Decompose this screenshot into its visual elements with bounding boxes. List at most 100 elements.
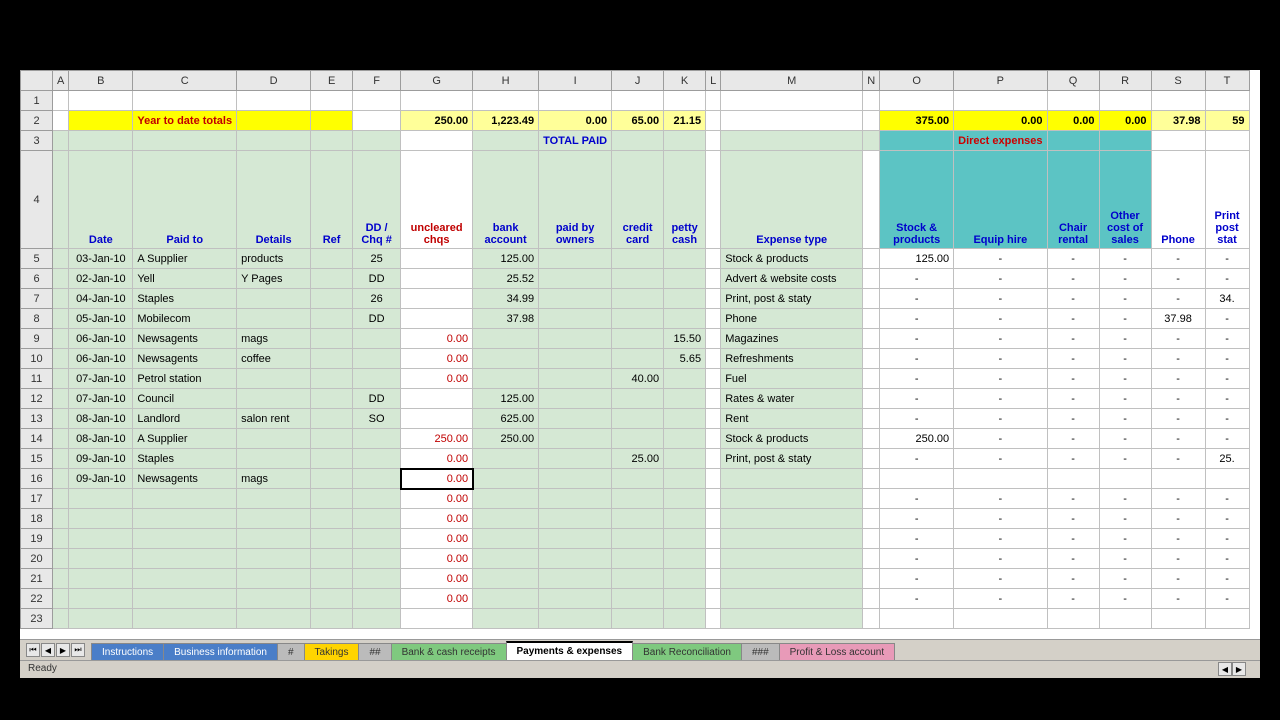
cell[interactable] (311, 369, 353, 389)
cell[interactable]: 0.00 (401, 449, 473, 469)
cell[interactable] (237, 589, 311, 609)
cell[interactable] (311, 529, 353, 549)
cell[interactable] (237, 429, 311, 449)
sheet-tab[interactable]: Profit & Loss account (779, 643, 896, 660)
cell[interactable] (311, 111, 353, 131)
column-header[interactable]: C (133, 71, 237, 91)
cell[interactable]: - (1099, 529, 1151, 549)
column-header[interactable]: F (353, 71, 401, 91)
cell[interactable] (53, 569, 69, 589)
cell[interactable]: DD / Chq # (353, 151, 401, 249)
row-header[interactable]: 6 (21, 269, 53, 289)
cell[interactable]: Direct expenses (954, 131, 1047, 151)
cell[interactable]: mags (237, 329, 311, 349)
cell[interactable]: - (954, 309, 1047, 329)
cell[interactable] (69, 131, 133, 151)
cell[interactable]: - (1047, 489, 1099, 509)
cell[interactable] (1047, 469, 1099, 489)
cell[interactable] (1099, 609, 1151, 629)
cell[interactable]: - (1205, 249, 1249, 269)
cell[interactable]: - (1151, 329, 1205, 349)
cell[interactable] (539, 329, 612, 349)
cell[interactable]: Stock & products (721, 249, 863, 269)
cell[interactable]: - (1099, 369, 1151, 389)
column-header[interactable]: H (473, 71, 539, 91)
cell[interactable]: - (1047, 269, 1099, 289)
cell[interactable]: - (1047, 589, 1099, 609)
cell[interactable]: - (1099, 549, 1151, 569)
cell[interactable] (539, 469, 612, 489)
cell[interactable] (311, 589, 353, 609)
cell[interactable]: 125.00 (473, 249, 539, 269)
cell[interactable]: Details (237, 151, 311, 249)
column-header[interactable]: P (954, 71, 1047, 91)
cell[interactable]: Mobilecom (133, 309, 237, 329)
cell[interactable] (863, 389, 880, 409)
row-header[interactable]: 21 (21, 569, 53, 589)
cell[interactable]: - (880, 289, 954, 309)
row-header[interactable]: 9 (21, 329, 53, 349)
cell[interactable]: 03-Jan-10 (69, 249, 133, 269)
cell[interactable]: Year to date totals (133, 111, 237, 131)
cell[interactable] (954, 469, 1047, 489)
column-header[interactable]: O (880, 71, 954, 91)
cell[interactable]: - (880, 509, 954, 529)
row-header[interactable]: 18 (21, 509, 53, 529)
cell[interactable] (237, 549, 311, 569)
cell[interactable] (401, 249, 473, 269)
cell[interactable]: Date (69, 151, 133, 249)
cell[interactable] (721, 589, 863, 609)
cell[interactable] (1099, 469, 1151, 489)
cell[interactable]: - (880, 369, 954, 389)
cell[interactable] (539, 249, 612, 269)
cell[interactable]: - (1099, 309, 1151, 329)
cell[interactable] (53, 609, 69, 629)
cell[interactable] (664, 529, 706, 549)
column-header[interactable]: G (401, 71, 473, 91)
cell[interactable] (539, 349, 612, 369)
cell[interactable] (311, 609, 353, 629)
cell[interactable] (133, 509, 237, 529)
cell[interactable]: 05-Jan-10 (69, 309, 133, 329)
cell[interactable]: SO (353, 409, 401, 429)
column-header[interactable]: K (664, 71, 706, 91)
cell[interactable]: 37.98 (1151, 111, 1205, 131)
cell[interactable]: 0.00 (539, 111, 612, 131)
cell[interactable] (133, 549, 237, 569)
cell[interactable] (401, 131, 473, 151)
cell[interactable]: TOTAL PAID (539, 131, 612, 151)
cell[interactable]: 250.00 (401, 111, 473, 131)
cell[interactable]: 34. (1205, 289, 1249, 309)
cell[interactable]: - (1205, 329, 1249, 349)
cell[interactable] (401, 289, 473, 309)
grid-area[interactable]: ABCDEFGHIJKLMNOPQRST12Year to date total… (20, 70, 1260, 639)
row-header[interactable]: 20 (21, 549, 53, 569)
cell[interactable] (311, 309, 353, 329)
cell[interactable]: coffee (237, 349, 311, 369)
cell[interactable]: - (1099, 289, 1151, 309)
cell[interactable]: - (1151, 269, 1205, 289)
cell[interactable] (1047, 91, 1099, 111)
cell[interactable] (53, 589, 69, 609)
cell[interactable]: 1,223.49 (473, 111, 539, 131)
cell[interactable] (863, 249, 880, 269)
cell[interactable] (237, 369, 311, 389)
column-header[interactable]: M (721, 71, 863, 91)
cell[interactable]: 0.00 (401, 489, 473, 509)
cell[interactable]: - (954, 389, 1047, 409)
column-header[interactable]: Q (1047, 71, 1099, 91)
cell[interactable] (69, 589, 133, 609)
column-header[interactable]: L (706, 71, 721, 91)
cell[interactable] (69, 91, 133, 111)
cell[interactable]: - (1047, 509, 1099, 529)
cell[interactable] (53, 469, 69, 489)
cell[interactable] (664, 309, 706, 329)
cell[interactable]: - (880, 529, 954, 549)
cell[interactable]: - (954, 429, 1047, 449)
cell[interactable]: 0.00 (1047, 111, 1099, 131)
cell[interactable] (664, 409, 706, 429)
tab-first-button[interactable]: ⏮ (26, 643, 40, 657)
cell[interactable] (311, 549, 353, 569)
sheet-tab[interactable]: Payments & expenses (506, 641, 634, 660)
cell[interactable] (1205, 131, 1249, 151)
